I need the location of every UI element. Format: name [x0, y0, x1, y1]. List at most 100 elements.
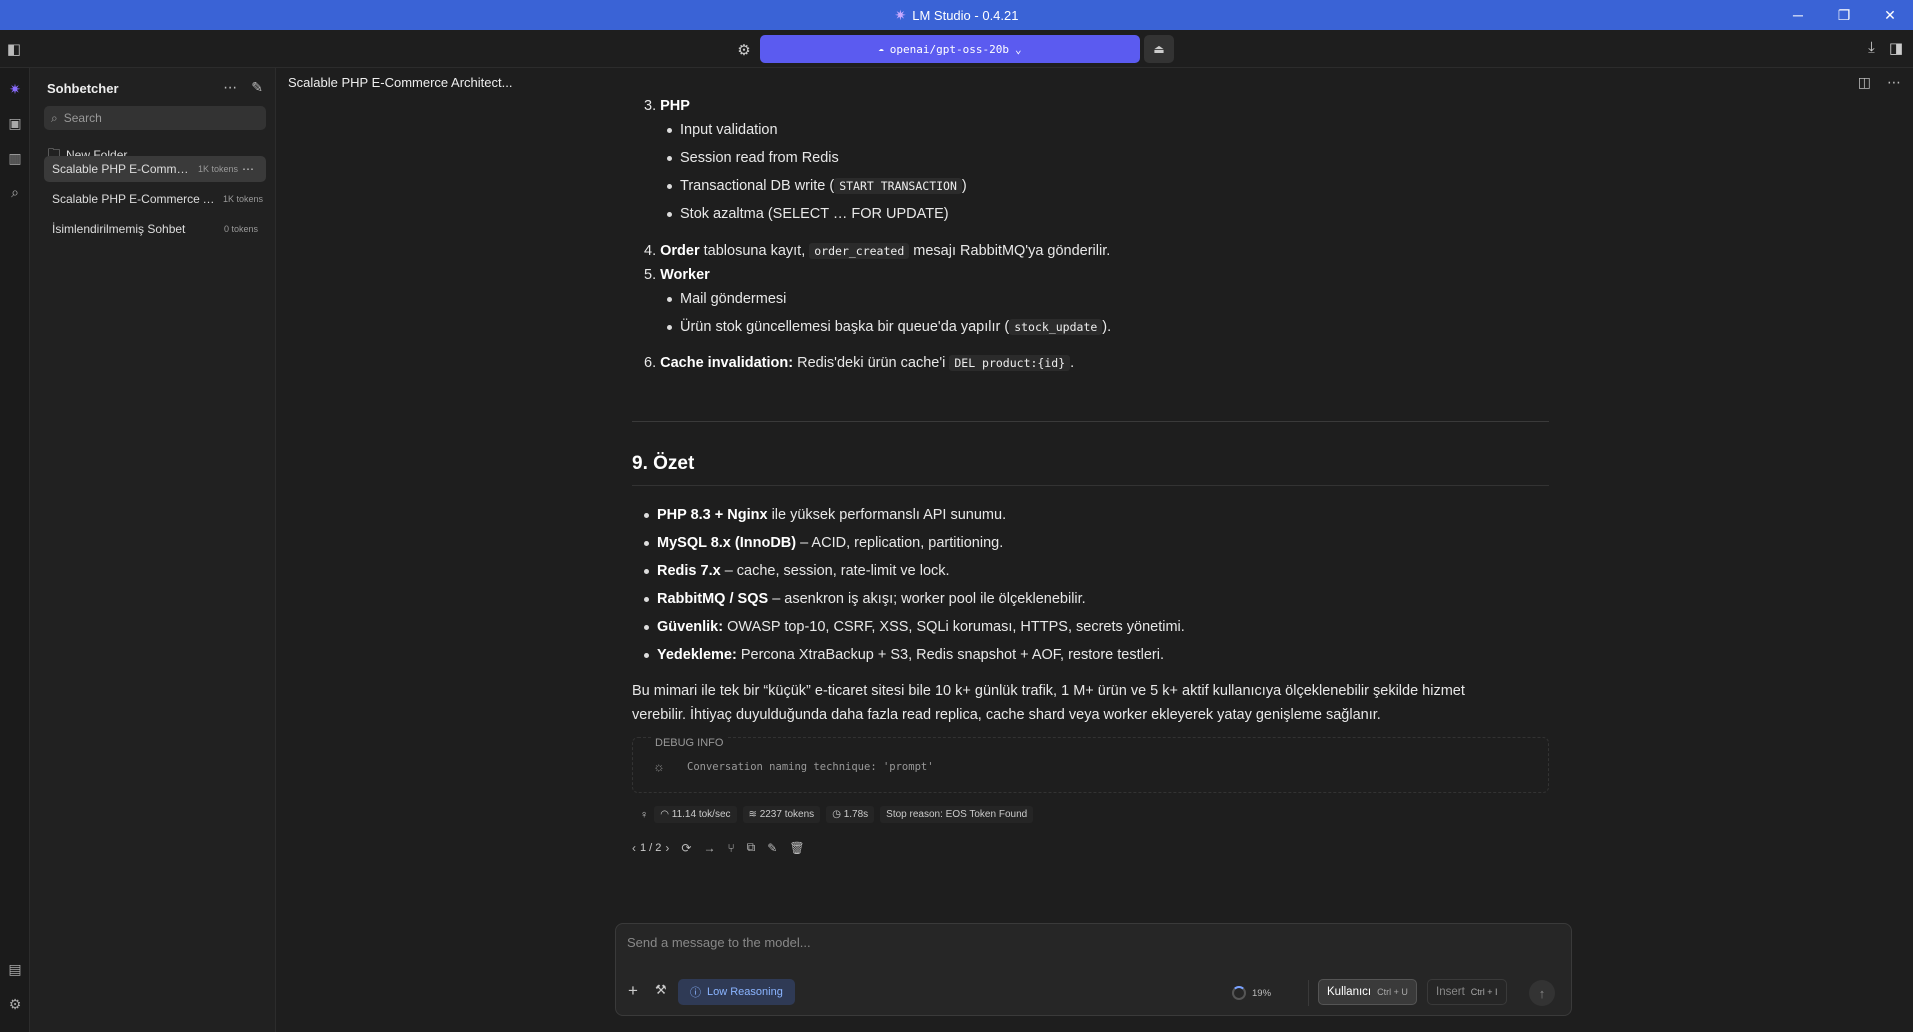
prev-version-icon[interactable]: ‹ [632, 841, 636, 855]
eject-model-button[interactable]: ⏏ [1144, 35, 1174, 63]
edit-icon[interactable]: ✎ [767, 841, 777, 855]
step-5: 5. Worker [644, 267, 710, 284]
list-item: Transactional DB write (START TRANSACTIO… [680, 178, 967, 195]
step-6-number: 6. [644, 355, 661, 371]
reasoning-toggle[interactable]: ⓘ Low Reasoning [678, 979, 795, 1005]
chat-list-item[interactable]: Scalable PHP E-Commerce Ar... 1K tokens [44, 186, 266, 212]
step-3: 3. PHP [644, 98, 690, 115]
role-shortcut: Ctrl + U [1377, 987, 1408, 997]
chat-list-item[interactable]: Scalable PHP E-Comme... 1K tokens ⋯ [44, 156, 266, 182]
speed-value: 11.14 tok/sec [671, 809, 731, 820]
chat-nav-icon[interactable]: ✷ [4, 78, 26, 100]
sidebar-title: Sohbetcher [47, 81, 119, 96]
summary-item: PHP 8.3 + Nginx ile yüksek performanslı … [657, 507, 1006, 524]
bullet-dot [667, 156, 672, 161]
chat-list-item[interactable]: İsimlendirilmemiş Sohbet 0 tokens [44, 216, 266, 242]
download-icon[interactable]: ⤓ [1868, 39, 1875, 57]
search-input[interactable]: ⌕ Search [44, 106, 266, 130]
chat-title: Scalable PHP E-Commerce Architect... [288, 75, 513, 90]
list-item: Ürün stok güncellemesi başka bir queue'd… [680, 319, 1111, 336]
settings-gear-icon[interactable]: ⚙ [733, 39, 755, 61]
chat-header-actions: ◫ ⋯ [1858, 74, 1901, 91]
branch-icon[interactable]: ⑂ [727, 841, 734, 855]
right-panel-icon[interactable]: ◨ [1889, 39, 1903, 57]
bullet-dot [667, 184, 672, 189]
summary-item: RabbitMQ / SQS – asenkron iş akışı; work… [657, 591, 1086, 608]
step-3-number: 3. [644, 98, 661, 114]
discover-nav-icon[interactable]: ⌕ [4, 181, 26, 203]
split-view-icon[interactable]: ◫ [1858, 74, 1871, 91]
bullet-dot [644, 513, 649, 518]
debug-info-box: DEBUG INFO ☼ Conversation naming techniq… [632, 737, 1549, 793]
context-usage: 19% [1232, 986, 1271, 1000]
step-6: 6. Cache invalidation: Redis'deki ürün c… [644, 355, 1074, 372]
search-placeholder: Search [63, 111, 102, 125]
models-nav-icon[interactable]: ▥ [4, 147, 26, 169]
list-item: Stok azaltma (SELECT … FOR UPDATE) [680, 206, 949, 222]
summary-text: – asenkron iş akışı; worker pool ile ölç… [768, 591, 1086, 607]
conclusion-paragraph-line-1: Bu mimari ile tek bir “küçük” e-ticaret … [632, 683, 1465, 699]
step-6-bold: Cache invalidation: [660, 355, 794, 371]
summary-text: OWASP top-10, CSRF, XSS, SQLi koruması, … [723, 619, 1185, 635]
heading-underline [632, 485, 1549, 486]
model-icon: ☁ [878, 44, 884, 54]
chat-item-tokens: 1K tokens [198, 164, 239, 174]
system-status-icon[interactable]: ▤ [4, 958, 26, 980]
regenerate-icon[interactable]: ⟳ [681, 841, 691, 855]
text-span: Redis'deki ürün cache'i [793, 355, 950, 371]
role-button[interactable]: Kullanıcı Ctrl + U [1318, 979, 1417, 1005]
chat-item-title: Scalable PHP E-Commerce Ar... [52, 192, 217, 206]
bullet-dot [644, 653, 649, 658]
debug-text: Conversation naming technique: 'prompt' [687, 761, 934, 773]
inline-code: stock_update [1009, 319, 1103, 335]
bullet-dot [644, 625, 649, 630]
add-attachment-icon[interactable]: + [628, 981, 638, 1001]
token-value: 2237 tokens [759, 809, 815, 820]
continue-icon[interactable]: → [703, 841, 715, 855]
model-selector[interactable]: ☁ openai/gpt-oss-20b ⌄ [760, 35, 1140, 63]
next-version-icon[interactable]: › [665, 841, 669, 855]
chat-item-tokens: 1K tokens [223, 194, 264, 204]
lightbulb-icon[interactable]: ♀ [640, 809, 648, 821]
minimize-icon[interactable]: ─ [1775, 0, 1821, 30]
time-stat: ◷ 1.78s [826, 806, 875, 823]
message-input[interactable]: Send a message to the model... [627, 935, 811, 950]
summary-bold: PHP 8.3 + Nginx [657, 507, 768, 523]
close-icon[interactable]: ✕ [1867, 0, 1913, 30]
speed-stat: ◠ 11.14 tok/sec [654, 806, 737, 823]
bullet-dot [667, 297, 672, 302]
chat-more-icon[interactable]: ⋯ [1887, 74, 1901, 91]
search-icon: ⌕ [51, 110, 58, 125]
send-button[interactable]: ↑ [1529, 980, 1555, 1006]
step-4: 4. Order tablosuna kayıt, order_created … [644, 243, 1110, 260]
app-settings-icon[interactable]: ⚙ [4, 993, 26, 1015]
text-span: . [1070, 355, 1075, 371]
developer-nav-icon[interactable]: ▣ [4, 112, 26, 134]
bullet-dot [644, 569, 649, 574]
text-span: tablosuna kayıt, [699, 243, 810, 259]
more-options-icon[interactable]: ⋯ [223, 79, 237, 96]
delete-icon[interactable]: 🗑 [789, 841, 804, 855]
reasoning-label: Low Reasoning [707, 986, 783, 998]
toggle-sidebar-icon[interactable]: ◧ [4, 39, 24, 59]
summary-bold: Yedekleme: [657, 647, 737, 663]
tools-icon[interactable]: ⚒ [655, 982, 667, 998]
bullet-dot [667, 128, 672, 133]
text-span: mesajı RabbitMQ'ya gönderilir. [909, 243, 1111, 259]
insert-shortcut: Ctrl + I [1470, 987, 1498, 997]
chat-item-more-icon[interactable]: ⋯ [238, 162, 258, 176]
bullet-dot [667, 325, 672, 330]
text-span: ) [961, 178, 967, 194]
summary-text: ile yüksek performanslı API sunumu. [767, 507, 1007, 523]
copy-icon[interactable]: ⧉ [747, 840, 756, 855]
new-chat-icon[interactable]: ✎ [251, 79, 263, 96]
summary-text: Percona XtraBackup + S3, Redis snapshot … [736, 647, 1164, 663]
restore-icon[interactable]: ❐ [1821, 0, 1867, 30]
chats-sidebar: Sohbetcher ⋯ ✎ ⌕ Search 🗀 New Folder Sca… [30, 68, 276, 1032]
chat-item-title: Scalable PHP E-Comme... [52, 162, 192, 176]
list-item: Session read from Redis [680, 150, 839, 166]
time-value: 1.78s [843, 809, 869, 820]
chat-item-title: İsimlendirilmemiş Sohbet [52, 222, 186, 236]
insert-button[interactable]: Insert Ctrl + I [1427, 979, 1507, 1005]
bullet-dot [644, 541, 649, 546]
